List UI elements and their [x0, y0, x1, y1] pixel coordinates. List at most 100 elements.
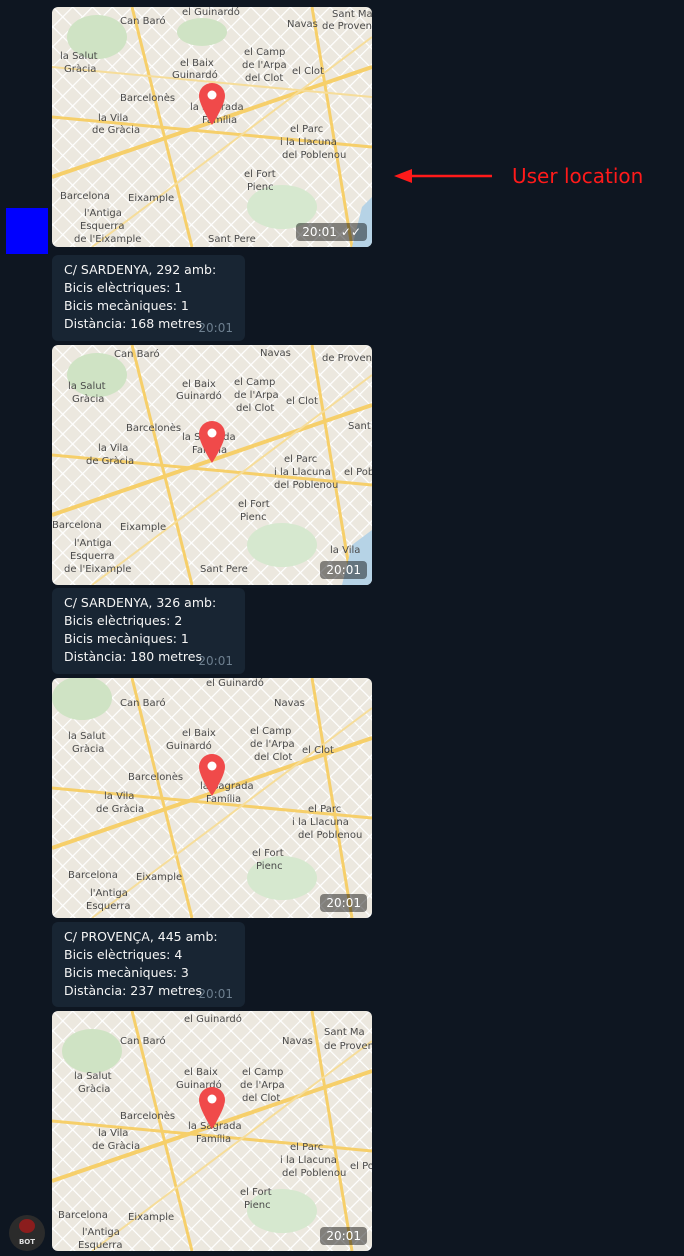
map-label: Esquerra — [78, 1240, 123, 1251]
map-label: l'Antiga — [84, 208, 122, 219]
message-time: 20:01 — [320, 561, 367, 579]
annotation-label: User location — [512, 164, 644, 188]
map-label: Eixample — [128, 193, 175, 204]
map-label: la Vila — [98, 113, 129, 124]
location-map-station[interactable]: el Guinardó Can Baró Navas la Salut Gràc… — [52, 678, 372, 918]
map-label: de l'Eixample — [74, 234, 142, 245]
map-label: Can Baró — [114, 349, 160, 360]
map-label: Sant Pere — [200, 564, 248, 575]
map-label: del Clot — [242, 1093, 281, 1104]
map-label: el Baix — [182, 728, 216, 739]
map-label: el Baix — [180, 58, 214, 69]
map-label: Eixample — [136, 872, 183, 883]
mechanical-bikes: Bicis mecàniques: 3 — [64, 965, 189, 980]
map-label: el Parc — [290, 124, 324, 135]
station-address: C/ PROVENÇA, 445 amb: — [64, 929, 218, 944]
map-label: i la Llacuna — [280, 1155, 337, 1166]
map-label: Can Baró — [120, 16, 166, 27]
map-label: el Guinardó — [182, 7, 240, 18]
map-label: Guinardó — [166, 741, 212, 752]
map-label: de Gràcia — [86, 456, 135, 467]
electric-bikes: Bicis elèctriques: 2 — [64, 613, 183, 628]
read-checks-icon: ✓✓ — [340, 225, 361, 239]
location-map-user[interactable]: Can Baró el Guinardó Navas Sant Ma de Pr… — [52, 7, 372, 247]
map-label: la Salut — [60, 51, 98, 62]
message-time: 20:01 — [198, 987, 233, 1001]
map-label: i la Llacuna — [280, 137, 337, 148]
message-time: 20:01 — [320, 894, 367, 912]
map-label: de l'Arpa — [234, 390, 279, 401]
map-label: Pienc — [244, 1200, 271, 1211]
map-label: de Provença — [324, 1041, 372, 1052]
arrow-left-icon — [394, 169, 492, 183]
user-location-annotation: User location — [392, 160, 644, 194]
station-message: C/ SARDENYA, 326 amb: Bicis elèctriques:… — [52, 588, 245, 674]
map-label: el Baix — [182, 379, 216, 390]
map-label: i la Llacuna — [292, 817, 349, 828]
map-label: del Poblenou — [282, 1168, 347, 1179]
mechanical-bikes: Bicis mecàniques: 1 — [64, 631, 189, 646]
map-label: de Gràcia — [96, 804, 145, 815]
map-label: del Clot — [254, 752, 293, 763]
map-label: l'Antiga — [82, 1227, 120, 1238]
map-label: el Fort — [252, 848, 284, 859]
message-time: 20:01 — [320, 1227, 367, 1245]
map-label: el Fort — [240, 1187, 272, 1198]
station-address: C/ SARDENYA, 326 amb: — [64, 595, 217, 610]
map-label: de l'Arpa — [240, 1080, 285, 1091]
map-label: el Camp — [242, 1067, 284, 1078]
map-label: de Gràcia — [92, 125, 141, 136]
map-label: Eixample — [120, 522, 167, 533]
map-label: el Parc — [284, 454, 318, 465]
map-label: Barcelonès — [128, 772, 184, 783]
map-label: Gràcia — [64, 64, 97, 75]
map-label: del Clot — [236, 403, 275, 414]
map-label: Pienc — [256, 861, 283, 872]
station-message: C/ PROVENÇA, 445 amb: Bicis elèctriques:… — [52, 922, 245, 1007]
map-label: Barcelonès — [120, 1111, 176, 1122]
station-address: C/ SARDENYA, 292 amb: — [64, 262, 217, 277]
location-pin-icon — [199, 421, 225, 463]
map-label: el Pobl — [350, 1161, 372, 1172]
map-label: Gràcia — [78, 1084, 111, 1095]
map-label: el Camp — [244, 47, 286, 58]
map-label: la Salut — [74, 1071, 112, 1082]
map-label: la Vila — [330, 545, 361, 556]
map-label: de l'Eixample — [64, 564, 132, 575]
map-label: del Clot — [245, 73, 284, 84]
map-label: el Camp — [234, 377, 276, 388]
electric-bikes: Bicis elèctriques: 4 — [64, 947, 183, 962]
location-pin-icon — [199, 83, 225, 125]
map-label: la Salut — [68, 381, 106, 392]
map-label: el Clot — [302, 745, 334, 756]
map-label: Gràcia — [72, 394, 105, 405]
map-label: Gràcia — [72, 744, 105, 755]
map-label: Família — [196, 1134, 232, 1145]
map-label: la Salut — [68, 731, 106, 742]
map-label: el Baix — [184, 1067, 218, 1078]
map-label: l'Antiga — [74, 538, 112, 549]
map-label: de Gràcia — [92, 1141, 141, 1152]
message-time: 20:01 — [198, 654, 233, 668]
map-label: Esquerra — [70, 551, 115, 562]
map-label: de Provença — [322, 21, 372, 32]
map-label: el Guinardó — [206, 678, 264, 689]
map-label: l'Antiga — [90, 888, 128, 899]
map-label: el Pobl — [344, 467, 372, 478]
location-map-station[interactable]: Can Baró Navas de Provença la Salut Gràc… — [52, 345, 372, 585]
map-label: Barcelona — [68, 870, 118, 881]
map-label: i la Llacuna — [274, 467, 331, 478]
mechanical-bikes: Bicis mecàniques: 1 — [64, 298, 189, 313]
bot-avatar[interactable]: BOT — [9, 1215, 45, 1251]
map-label: el Parc — [308, 804, 342, 815]
location-map-station[interactable]: el Guinardó Can Baró Navas Sant Ma de Pr… — [52, 1011, 372, 1251]
map-label: Barcelona — [52, 520, 102, 531]
map-label: del Poblenou — [274, 480, 339, 491]
map-label: Sant Pere — [208, 234, 256, 245]
map-label: el Clot — [292, 66, 324, 77]
highlight-marker — [6, 208, 48, 254]
map-label: la Vila — [104, 791, 135, 802]
map-label: Pienc — [240, 512, 267, 523]
map-label: Navas — [260, 348, 291, 359]
map-label: de Provença — [322, 353, 372, 364]
